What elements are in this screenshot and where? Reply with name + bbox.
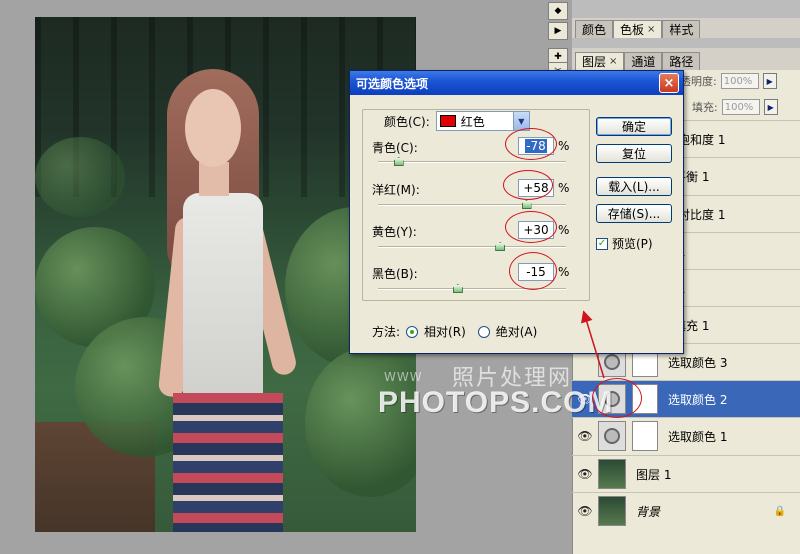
reset-button[interactable]: 复位 xyxy=(596,144,672,163)
eye-icon[interactable]: 👁 xyxy=(572,467,598,481)
layer-thumbnail[interactable] xyxy=(598,459,626,489)
red-swatch xyxy=(439,115,456,127)
tab-swatches[interactable]: 色板 × xyxy=(613,20,663,38)
tab-paths[interactable]: 路径 xyxy=(662,52,701,70)
photo-subject-face xyxy=(185,89,241,167)
opacity-field[interactable]: 100% xyxy=(720,73,759,89)
tab-channels[interactable]: 通道 xyxy=(624,52,663,70)
color-label: 颜色(C): xyxy=(384,114,430,129)
watermark-www: WWW xyxy=(384,370,423,384)
fill-control: 填充: 100% ▶ xyxy=(692,98,778,116)
photo-subject-top xyxy=(183,193,263,403)
play-icon[interactable]: ▶ xyxy=(548,22,568,40)
photo-subject-skirt xyxy=(173,393,283,532)
fill-arrow-icon[interactable]: ▶ xyxy=(763,99,778,115)
percent-sign: % xyxy=(558,181,570,195)
dialog-title: 可选颜色选项 xyxy=(356,76,429,91)
method-relative-label[interactable]: 相对(R) xyxy=(424,323,466,340)
layer-name: 选取颜色 2 xyxy=(668,392,728,407)
preview-checkbox[interactable]: ✓ xyxy=(596,237,608,250)
yellow-value-input[interactable]: +30 xyxy=(518,221,554,239)
load-button[interactable]: 载入(L)... xyxy=(596,177,672,196)
cyan-slider-track[interactable] xyxy=(378,161,566,163)
layer-name: 选取颜色 3 xyxy=(668,355,728,370)
black-slider-track[interactable] xyxy=(378,288,566,290)
black-label: 黑色(B): xyxy=(372,267,418,281)
close-icon[interactable]: × xyxy=(647,24,655,35)
black-value-input[interactable]: -15 xyxy=(518,263,554,281)
yellow-slider-track[interactable] xyxy=(378,246,566,248)
layer-row[interactable]: 👁 背景 🔒 xyxy=(572,492,800,529)
eye-icon[interactable]: 👁 xyxy=(572,504,598,518)
close-icon[interactable]: × xyxy=(659,73,679,93)
layer-row[interactable]: 👁 图层 1 xyxy=(572,455,800,492)
layer-name: 背景 xyxy=(636,504,661,519)
tab-styles[interactable]: 样式 xyxy=(662,20,701,38)
method-relative-radio[interactable] xyxy=(406,325,419,338)
layer-name: 选取颜色 1 xyxy=(668,429,728,444)
selective-color-dialog: 可选颜色选项 × 颜色(C): 红色 ▼ 青色(C): -78 % 洋红(M):… xyxy=(349,70,684,354)
color-dropdown-value: 红色 xyxy=(460,114,485,129)
method-row: 方法: 相对(R) 绝对(A) xyxy=(372,323,537,340)
top-panel-header xyxy=(572,0,800,18)
yellow-label: 黄色(Y): xyxy=(372,225,417,239)
tab-color[interactable]: 颜色 xyxy=(575,20,614,38)
cyan-label: 青色(C): xyxy=(372,141,418,155)
preview-label[interactable]: 预览(P) xyxy=(612,235,653,252)
opacity-control: 透明度: 100% ▶ xyxy=(680,72,777,90)
percent-sign: % xyxy=(558,265,570,279)
cyan-value-input[interactable]: -78 xyxy=(518,137,554,155)
color-panel-tabs: 颜色 色板 × 样式 xyxy=(575,18,701,38)
color-dropdown[interactable]: 红色 ▼ xyxy=(435,111,530,131)
lock-icon: 🔒 xyxy=(773,505,786,517)
method-label: 方法: xyxy=(372,325,401,339)
layer-row[interactable]: 👁 选取颜色 1 xyxy=(572,417,800,454)
adjustment-thumbnail-icon[interactable] xyxy=(598,421,626,451)
color-selector-row: 颜色(C): 红色 ▼ xyxy=(384,111,530,131)
panel-gap xyxy=(572,38,800,48)
layers-panel-tabs: 图层 × 通道 路径 xyxy=(575,50,701,70)
magenta-value-input[interactable]: +58 xyxy=(518,179,554,197)
preview-checkbox-row: ✓ 预览(P) xyxy=(596,235,653,252)
layer-name: 图层 1 xyxy=(636,467,672,482)
photo-foliage xyxy=(35,137,125,217)
method-absolute-label[interactable]: 绝对(A) xyxy=(496,323,538,340)
opacity-arrow-icon[interactable]: ▶ xyxy=(762,73,777,89)
magenta-label: 洋红(M): xyxy=(372,183,420,197)
method-absolute-radio[interactable] xyxy=(477,325,490,338)
percent-sign: % xyxy=(558,139,570,153)
ok-button[interactable]: 确定 xyxy=(596,117,672,136)
percent-sign: % xyxy=(558,223,570,237)
dialog-titlebar[interactable]: 可选颜色选项 × xyxy=(350,71,683,95)
magenta-slider-track[interactable] xyxy=(378,204,566,206)
panel-collapse-icon[interactable]: ◆ xyxy=(548,2,568,20)
layer-mask-thumbnail[interactable] xyxy=(632,384,658,414)
close-icon[interactable]: × xyxy=(609,56,617,67)
eye-icon[interactable]: 👁 xyxy=(572,429,598,443)
layer-thumbnail[interactable] xyxy=(598,496,626,526)
fill-field[interactable]: 100% xyxy=(721,99,760,115)
photo-subject-neck xyxy=(199,162,229,196)
chevron-down-icon[interactable]: ▼ xyxy=(512,112,529,130)
save-button[interactable]: 存储(S)... xyxy=(596,204,672,223)
tab-layers[interactable]: 图层 × xyxy=(575,52,625,70)
watermark-brand: PHOTOPS.COM xyxy=(378,386,614,419)
layer-mask-thumbnail[interactable] xyxy=(632,421,658,451)
